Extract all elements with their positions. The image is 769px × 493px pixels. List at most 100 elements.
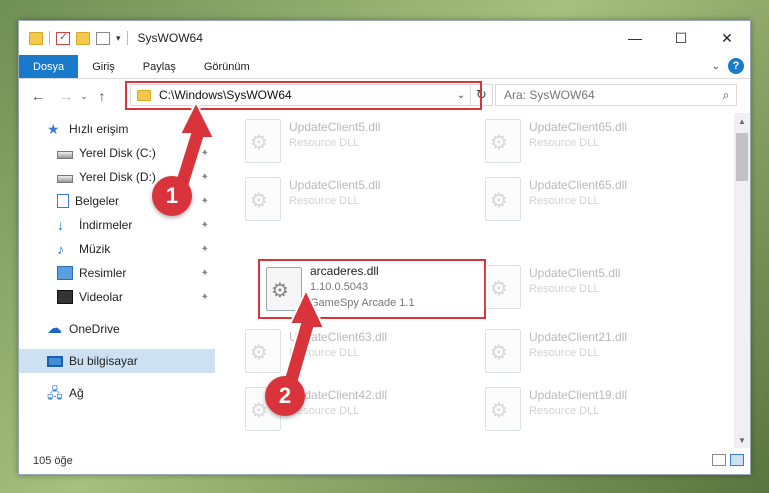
music-icon: ♪ — [57, 241, 64, 257]
search-icon[interactable]: ⌕ — [716, 88, 736, 103]
tab-view[interactable]: Görünüm — [190, 55, 264, 78]
document-icon — [57, 194, 69, 208]
file-description: Resource DLL — [289, 405, 360, 417]
file-name: UpdateClient65.dll — [529, 178, 628, 192]
pin-icon[interactable]: ✦ — [201, 220, 209, 231]
sidebar-item-label: Resimler — [79, 266, 127, 280]
file-item[interactable]: UpdateClient19.dll Resource DLL — [479, 381, 709, 435]
status-bar: 105 öğe — [19, 448, 750, 474]
file-item[interactable]: UpdateClient5.dll Resource DLL — [479, 259, 709, 313]
maximize-button[interactable]: ☐ — [658, 21, 704, 55]
sidebar-item-label: Yerel Disk (D:) — [79, 170, 156, 184]
video-icon — [57, 290, 73, 304]
file-name: UpdateClient21.dll — [529, 330, 628, 344]
file-description: Resource DLL — [529, 195, 600, 207]
up-button[interactable]: ↑ — [91, 88, 113, 104]
scroll-down-icon[interactable]: ▼ — [734, 432, 750, 448]
pin-icon[interactable]: ✦ — [201, 244, 209, 255]
file-description: Resource DLL — [289, 195, 360, 207]
pin-icon[interactable]: ✦ — [201, 292, 209, 303]
forward-button[interactable]: → — [55, 88, 77, 104]
tab-home[interactable]: Giriş — [78, 55, 129, 78]
tab-file[interactable]: Dosya — [19, 55, 79, 78]
help-icon[interactable]: ? — [728, 58, 744, 74]
tiles-view-icon[interactable] — [730, 454, 744, 466]
computer-icon — [47, 355, 63, 367]
back-button[interactable]: ← — [27, 88, 49, 104]
vertical-scrollbar[interactable]: ▲ ▼ — [734, 113, 750, 448]
step-1-badge: 1 — [152, 176, 192, 216]
sidebar-item-label: Müzik — [79, 242, 111, 256]
toolbar-divider — [126, 31, 128, 45]
disk-icon — [57, 150, 73, 159]
sidebar-item-label: Yerel Disk (C:) — [79, 146, 156, 160]
search-input[interactable]: Ara: SysWOW64 ⌕ — [495, 84, 737, 106]
sidebar-item-this-pc[interactable]: Bu bilgisayar — [19, 349, 215, 373]
file-name: UpdateClient65.dll — [529, 120, 628, 134]
pin-icon[interactable]: ✦ — [201, 268, 209, 279]
sidebar-item-pictures[interactable]: Resimler ✦ — [19, 261, 215, 285]
toolbar-dropdown-icon[interactable]: ▾ — [116, 33, 121, 44]
sidebar-item-label: Bu bilgisayar — [69, 354, 138, 368]
sidebar-item-label: Hızlı erişim — [69, 122, 129, 136]
quick-access-toolbar: ▾ — [19, 30, 128, 45]
star-icon: ★ — [47, 121, 60, 137]
scroll-thumb[interactable] — [736, 133, 748, 181]
file-name: UpdateClient5.dll — [289, 120, 381, 134]
sidebar-item-label: Videolar — [79, 290, 123, 304]
dll-file-icon — [245, 119, 281, 163]
window-title: SysWOW64 — [137, 31, 203, 45]
step-2-badge: 2 — [265, 376, 305, 416]
arrow-shape — [280, 287, 326, 392]
file-item[interactable]: UpdateClient65.dll Resource DLL — [479, 171, 709, 225]
sidebar-item-music[interactable]: ♪ Müzik ✦ — [19, 237, 215, 261]
file-name: UpdateClient5.dll — [529, 266, 621, 280]
sidebar-item-label: Belgeler — [75, 194, 120, 208]
minimize-button[interactable]: — — [612, 21, 658, 55]
dll-file-icon — [485, 329, 521, 373]
sidebar-item-onedrive[interactable]: ☁ OneDrive — [19, 317, 215, 341]
sidebar-item-label: Ağ — [69, 386, 84, 400]
sidebar-item-network[interactable]: 🖧 Ağ — [19, 381, 215, 405]
scroll-up-icon[interactable]: ▲ — [734, 113, 750, 129]
close-button[interactable]: ✕ — [704, 21, 750, 55]
tab-share[interactable]: Paylaş — [129, 55, 190, 78]
pictures-icon — [57, 266, 73, 280]
ribbon-tabs: Dosya Giriş Paylaş Görünüm ⌄ ? — [19, 55, 750, 79]
recent-locations-button[interactable]: ⌄ — [77, 91, 91, 102]
customize-icon[interactable] — [96, 31, 110, 45]
sidebar-item-downloads[interactable]: ↓ İndirmeler ✦ — [19, 213, 215, 237]
dll-file-icon — [245, 177, 281, 221]
search-placeholder: Ara: SysWOW64 — [504, 88, 595, 102]
new-folder-icon[interactable] — [76, 31, 90, 45]
details-view-icon[interactable] — [712, 454, 726, 466]
dll-file-icon — [485, 177, 521, 221]
file-name: UpdateClient5.dll — [289, 178, 381, 192]
sidebar-item-label: İndirmeler — [79, 218, 133, 232]
file-description: Resource DLL — [529, 347, 600, 359]
file-item[interactable]: UpdateClient21.dll Resource DLL — [479, 323, 709, 377]
properties-check-icon[interactable] — [56, 30, 70, 45]
network-icon: 🖧 — [47, 385, 63, 401]
dll-file-icon — [485, 265, 521, 309]
file-name: UpdateClient19.dll — [529, 388, 628, 402]
file-item[interactable]: UpdateClient5.dll Resource DLL — [239, 113, 469, 167]
sidebar-item-label: OneDrive — [69, 322, 120, 336]
expand-ribbon-chevron-icon[interactable]: ⌄ — [712, 61, 720, 72]
file-description: Resource DLL — [529, 137, 600, 149]
sidebar-item-videos[interactable]: Videolar ✦ — [19, 285, 215, 309]
dll-file-icon — [485, 387, 521, 431]
item-count: 105 öğe — [33, 455, 73, 467]
download-icon: ↓ — [57, 217, 64, 233]
toolbar-divider — [49, 31, 50, 45]
file-description: Resource DLL — [289, 137, 360, 149]
file-description: Resource DLL — [529, 283, 600, 295]
file-name: arcaderes.dll — [310, 264, 379, 278]
folder-icon — [29, 31, 43, 45]
disk-icon — [57, 174, 73, 183]
title-bar: ▾ SysWOW64 — ☐ ✕ — [19, 21, 750, 55]
cloud-icon: ☁ — [47, 320, 62, 337]
file-item[interactable]: UpdateClient65.dll Resource DLL — [479, 113, 709, 167]
file-item[interactable]: UpdateClient5.dll Resource DLL — [239, 171, 469, 225]
dll-file-icon — [485, 119, 521, 163]
